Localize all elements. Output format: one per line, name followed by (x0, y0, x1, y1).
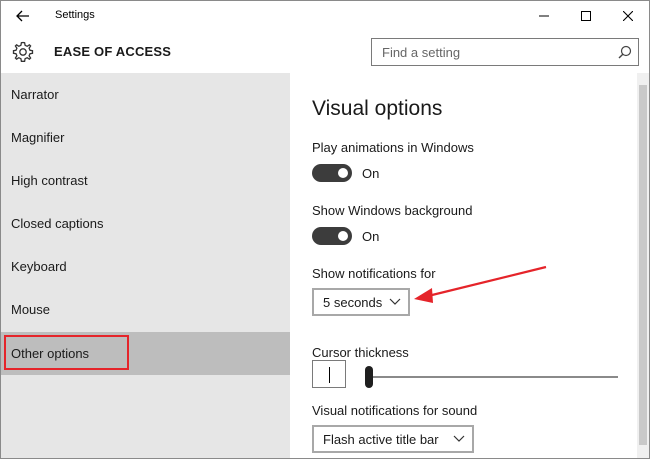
sidebar-item-label: Magnifier (11, 130, 65, 145)
cursor-caret (329, 367, 330, 383)
window-title: Settings (55, 9, 95, 21)
show-background-state: On (362, 229, 380, 244)
cursor-thickness-preview (312, 360, 346, 388)
sidebar-item-other-options[interactable]: Other options (1, 332, 290, 375)
sidebar-item-label: Other options (11, 346, 90, 361)
minimize-icon (539, 15, 549, 17)
play-animations-state: On (362, 166, 380, 181)
back-button[interactable] (1, 1, 45, 31)
sidebar-item-label: Narrator (11, 87, 59, 102)
scrollbar-thumb[interactable] (639, 85, 647, 445)
settings-window: Settings EASE OF ACCESS Find a setting N… (0, 0, 650, 459)
search-input[interactable] (372, 39, 608, 65)
minimize-button[interactable] (523, 1, 565, 31)
cursor-thickness-slider-track[interactable] (368, 376, 618, 378)
toggle-knob (338, 231, 348, 241)
show-background-label: Show Windows background (312, 203, 473, 218)
sidebar-item-label: High contrast (11, 173, 88, 188)
sidebar-item-label: Mouse (11, 302, 51, 317)
maximize-icon (581, 11, 591, 21)
play-animations-toggle[interactable] (312, 164, 352, 182)
annotation-arrow-icon (414, 265, 547, 303)
search-box[interactable] (371, 38, 639, 66)
title-bar: Settings (1, 1, 649, 31)
show-background-toggle[interactable] (312, 227, 352, 245)
maximize-button[interactable] (565, 1, 607, 31)
toggle-knob (338, 168, 348, 178)
notifications-dropdown[interactable]: 5 seconds (312, 288, 410, 316)
sound-notifications-dropdown[interactable]: Flash active title bar (312, 425, 474, 453)
close-icon (623, 11, 633, 21)
cursor-thickness-label: Cursor thickness (312, 345, 409, 360)
sidebar-item-label: Closed captions (11, 216, 104, 231)
sidebar-item-label: Keyboard (11, 259, 67, 274)
chevron-down-icon (389, 298, 401, 305)
sidebar-nav: Narrator Magnifier High contrast Closed … (1, 73, 290, 458)
notifications-value: 5 seconds (323, 295, 383, 310)
sidebar-item-high-contrast[interactable]: High contrast (1, 159, 290, 202)
sound-notifications-value: Flash active title bar (323, 432, 439, 447)
sidebar-item-magnifier[interactable]: Magnifier (1, 116, 290, 159)
sidebar-item-mouse[interactable]: Mouse (1, 288, 290, 331)
section-title: Visual options (312, 97, 443, 120)
close-button[interactable] (607, 1, 649, 31)
play-animations-label: Play animations in Windows (312, 140, 474, 155)
content-scrollbar[interactable] (637, 73, 649, 458)
sidebar-item-narrator[interactable]: Narrator (1, 73, 290, 116)
sidebar-item-closed-captions[interactable]: Closed captions (1, 202, 290, 245)
gear-icon (12, 41, 34, 62)
page-title: EASE OF ACCESS (54, 44, 172, 59)
sidebar-item-keyboard[interactable]: Keyboard (1, 245, 290, 288)
app-header: EASE OF ACCESS (1, 31, 649, 73)
back-arrow-icon (16, 10, 29, 22)
cursor-thickness-slider-thumb[interactable] (365, 366, 373, 388)
search-icon[interactable] (618, 45, 632, 59)
chevron-down-icon (453, 435, 465, 442)
sound-notifications-label: Visual notifications for sound (312, 403, 478, 418)
